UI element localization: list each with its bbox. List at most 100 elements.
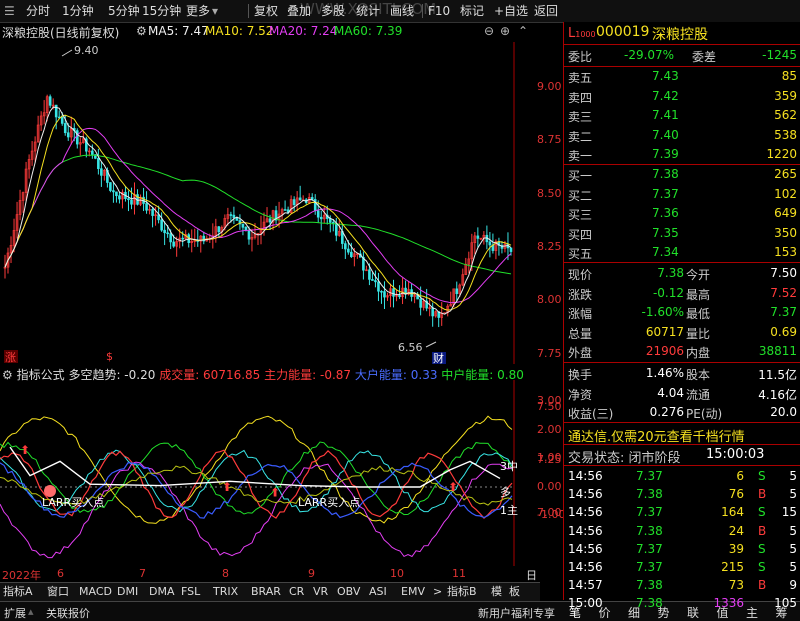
- weibi-value: -29.07%: [624, 48, 675, 62]
- indicator-tab[interactable]: VR: [313, 585, 328, 599]
- period-1min[interactable]: 1分钟: [62, 3, 94, 19]
- x-label-nov: 11: [452, 567, 466, 580]
- indicator-tab[interactable]: MACD: [79, 585, 112, 599]
- tick-price: 7.38: [636, 578, 663, 593]
- tick-time: 14:56: [568, 560, 603, 574]
- stat-value: 7.37: [770, 305, 797, 319]
- stat-value: 1.46%: [645, 366, 684, 380]
- indicator-tab[interactable]: ASI: [369, 585, 387, 599]
- quote-tab[interactable]: 价: [599, 604, 611, 621]
- low-price-label: 6.56: [398, 341, 423, 354]
- price-axis-label: 8.00: [537, 293, 562, 307]
- indicator-tab[interactable]: TRIX: [213, 585, 238, 599]
- trade-status: 交易状态: 闭市阶段: [568, 451, 681, 466]
- larr-buy-label-1: LARR买入点: [42, 496, 104, 509]
- tick-count: 9: [789, 578, 797, 593]
- ladder-volume: 85: [781, 69, 797, 83]
- chart-settings-icon[interactable]: ⚙: [136, 24, 147, 38]
- menu-grip-icon[interactable]: ☰: [4, 3, 15, 19]
- indicator-axis-label: 3.00: [537, 394, 562, 407]
- indicator-tab[interactable]: 窗口: [47, 585, 69, 599]
- zoom-out-icon[interactable]: ⊖: [484, 24, 494, 38]
- indicator-tab[interactable]: FSL: [181, 585, 200, 599]
- stat-value: 11.5亿: [758, 368, 797, 382]
- indicator-tab[interactable]: 板: [509, 585, 520, 599]
- indicator-tab[interactable]: BRAR: [251, 585, 281, 599]
- ma5-label: MA5: 7.47: [148, 24, 209, 38]
- tool-add-watchlist[interactable]: +自选: [494, 3, 528, 19]
- quote-tab[interactable]: 联: [687, 604, 699, 621]
- ladder-price: 7.39: [652, 147, 679, 161]
- period-5min[interactable]: 5分钟: [108, 3, 140, 19]
- tick-price: 7.37: [636, 469, 663, 483]
- tick-price: 7.38: [636, 523, 663, 538]
- stat-value: 60717: [645, 324, 684, 339]
- zoom-in-icon[interactable]: ⊕: [500, 24, 510, 38]
- side-label-mid: 3中: [500, 460, 518, 473]
- status-expand[interactable]: 扩展: [4, 605, 26, 621]
- tick-count: 5: [789, 487, 797, 502]
- indicator-tabs: 指标A 窗口 MACD DMI DMA FSL TRIX BRAR CR VR OBV ASI EMV >…: [0, 582, 540, 601]
- quote-tab[interactable]: 主: [746, 604, 758, 621]
- indicator-tab[interactable]: OBV: [337, 585, 360, 599]
- promo-banner[interactable]: 通达信.仅需20元查看千档行情: [568, 426, 745, 445]
- tick-count: 15: [781, 505, 797, 520]
- tick-price: 7.38: [636, 487, 663, 502]
- quote-tab[interactable]: 值: [717, 604, 729, 621]
- indicator-tab[interactable]: CR: [289, 585, 304, 599]
- indicator-tab[interactable]: 模: [491, 585, 502, 599]
- quote-tabs: 笔 价细 势联 值主 筹: [563, 601, 800, 620]
- indicator-chart[interactable]: ⬆ ⬆ ⬆ ⬆ LARR买入点 LARR买入点 3中 多 1主: [0, 380, 540, 566]
- ladder-label: 买一: [568, 169, 593, 183]
- tool-stats[interactable]: 统计: [356, 3, 380, 19]
- stat-value: 20.0: [770, 405, 797, 419]
- tool-multi-stock[interactable]: 多股: [321, 3, 345, 19]
- tool-draw-line[interactable]: 画线: [390, 3, 414, 19]
- tick-count: 5: [789, 469, 797, 483]
- level-badge: L1000: [568, 26, 596, 41]
- tool-fuquan[interactable]: 复权: [254, 3, 278, 19]
- ladder-price: 7.43: [652, 69, 679, 83]
- tool-overlay[interactable]: 叠加: [287, 3, 311, 19]
- trade-time: 15:00:03: [706, 447, 765, 462]
- quote-tab[interactable]: 势: [658, 604, 670, 621]
- period-15min[interactable]: 15分钟: [142, 3, 181, 19]
- ma10-label: MA10: 7.52: [205, 24, 274, 38]
- stat-label: 换手: [568, 368, 593, 382]
- x-label-sep: 9: [308, 567, 315, 580]
- price-chart[interactable]: 9.40 6.56 财 涨 $: [0, 42, 540, 364]
- stat-label: 外盘: [568, 346, 593, 360]
- ladder-volume: 562: [774, 108, 797, 122]
- indicator-tab[interactable]: 指标A: [3, 585, 33, 599]
- tool-mark[interactable]: 标记: [460, 3, 484, 19]
- indicator-tab[interactable]: EMV: [401, 585, 425, 599]
- side-label-many: 多: [500, 485, 511, 499]
- tick-volume: 164: [721, 505, 744, 520]
- ladder-label: 卖五: [568, 71, 593, 85]
- status-linked-quote[interactable]: 关联报价: [46, 605, 90, 621]
- tool-back[interactable]: 返回: [534, 3, 558, 19]
- indicator-tab[interactable]: >: [433, 585, 442, 599]
- period-more[interactable]: 更多: [186, 3, 210, 19]
- tool-f10[interactable]: F10: [428, 3, 450, 19]
- indicator-tab[interactable]: DMI: [117, 585, 138, 599]
- ladder-price: 7.37: [652, 186, 679, 201]
- period-intraday[interactable]: 分时: [26, 3, 50, 19]
- tick-volume: 215: [721, 560, 744, 574]
- tick-count: 5: [789, 541, 797, 556]
- quote-tab[interactable]: 细: [628, 604, 640, 621]
- high-price-label: 9.40: [74, 44, 99, 57]
- quote-tab[interactable]: 笔: [569, 604, 581, 621]
- status-promo[interactable]: 新用户福利专享: [478, 605, 555, 621]
- collapse-icon[interactable]: ⌃: [518, 24, 528, 38]
- indicator-tab[interactable]: DMA: [149, 585, 175, 599]
- chevron-down-icon[interactable]: ▾: [212, 3, 218, 19]
- stat-label: 量比: [686, 326, 711, 341]
- tick-volume: 24: [728, 523, 744, 538]
- x-label-oct: 10: [390, 567, 404, 580]
- x-label-year: 2022年: [2, 569, 41, 582]
- quote-tab[interactable]: 筹: [776, 604, 788, 621]
- indicator-tab[interactable]: 指标B: [447, 585, 477, 599]
- stat-label: 最高: [686, 287, 711, 302]
- tick-direction: S: [758, 541, 766, 556]
